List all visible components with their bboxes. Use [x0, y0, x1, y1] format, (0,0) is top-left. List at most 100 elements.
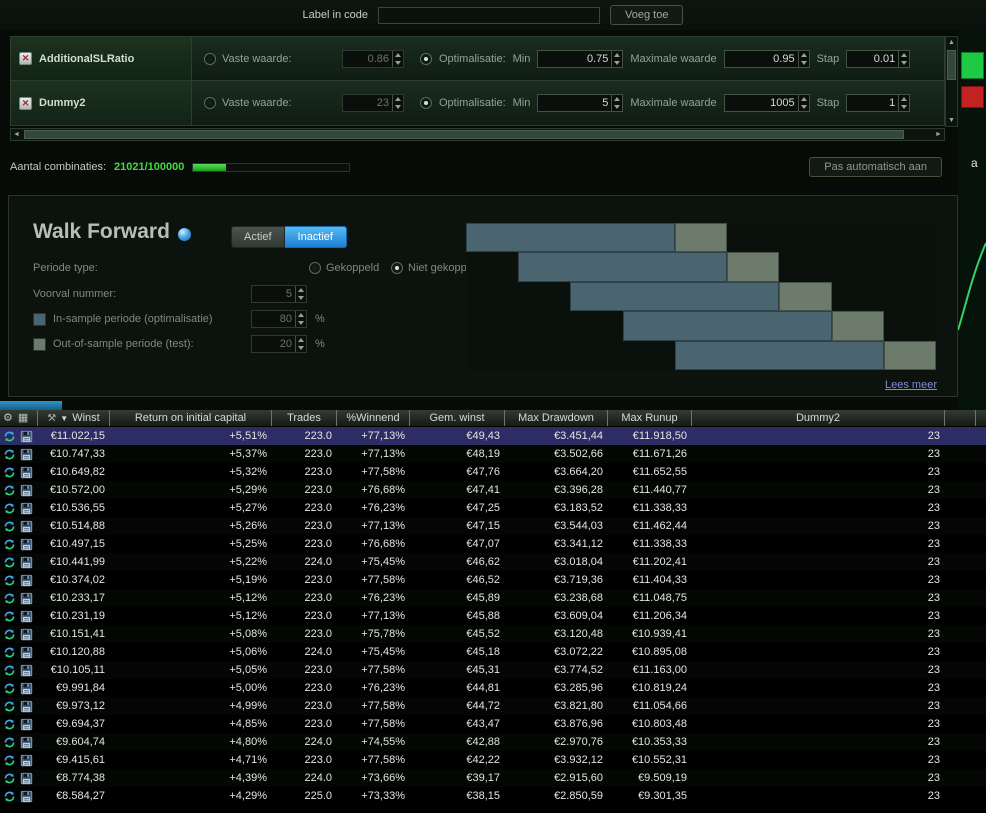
fixed-value-radio[interactable]	[204, 53, 216, 65]
column-max-drawdown[interactable]: Max Drawdown	[505, 410, 608, 426]
apply-settings-icon[interactable]	[3, 628, 16, 641]
tab-inactief[interactable]: Inactief	[285, 226, 347, 248]
scrollbar-thumb[interactable]	[947, 50, 956, 80]
save-icon[interactable]	[20, 754, 33, 767]
save-icon[interactable]	[20, 538, 33, 551]
info-sphere-icon[interactable]	[178, 228, 191, 241]
save-icon[interactable]	[20, 772, 33, 785]
save-icon[interactable]	[20, 466, 33, 479]
table-row[interactable]: €10.233,17 +5,12% 223.0 +76,23% €45,89 €…	[0, 589, 986, 607]
apply-settings-icon[interactable]	[3, 502, 16, 515]
optimize-radio[interactable]	[420, 97, 432, 109]
spin-up-button[interactable]	[393, 51, 403, 59]
apply-settings-icon[interactable]	[3, 520, 16, 533]
occurrence-input[interactable]: 5	[251, 285, 307, 303]
spin-up-button[interactable]	[612, 51, 622, 59]
apply-settings-icon[interactable]	[3, 556, 16, 569]
table-row[interactable]: €9.973,12 +4,99% 223.0 +77,58% €44,72 €3…	[0, 697, 986, 715]
spin-down-button[interactable]	[612, 103, 622, 111]
scroll-down-icon[interactable]: ▼	[946, 115, 957, 126]
uncoupled-radio[interactable]	[391, 262, 403, 274]
save-icon[interactable]	[20, 610, 33, 623]
apply-settings-icon[interactable]	[3, 430, 16, 443]
apply-settings-icon[interactable]	[3, 574, 16, 587]
table-row[interactable]: €8.584,27 +4,29% 225.0 +73,33% €38,15 €2…	[0, 787, 986, 805]
save-icon[interactable]	[20, 520, 33, 533]
apply-settings-icon[interactable]	[3, 448, 16, 461]
step-input[interactable]: 0.01	[846, 50, 910, 68]
save-icon[interactable]	[20, 700, 33, 713]
save-icon[interactable]	[20, 682, 33, 695]
table-row[interactable]: €9.604,74 +4,80% 224.0 +74,55% €42,88 €2…	[0, 733, 986, 751]
tab-actief[interactable]: Actief	[231, 226, 285, 248]
apply-settings-icon[interactable]	[3, 592, 16, 605]
table-row[interactable]: €9.991,84 +5,00% 223.0 +76,23% €44,81 €3…	[0, 679, 986, 697]
spin-up-button[interactable]	[899, 95, 909, 103]
table-row[interactable]: €10.747,33 +5,37% 223.0 +77,13% €48,19 €…	[0, 445, 986, 463]
spin-up-button[interactable]	[296, 286, 306, 294]
save-icon[interactable]	[20, 430, 33, 443]
spin-down-button[interactable]	[296, 294, 306, 302]
spin-up-button[interactable]	[612, 95, 622, 103]
table-row[interactable]: €10.441,99 +5,22% 224.0 +75,45% €46,62 €…	[0, 553, 986, 571]
apply-settings-icon[interactable]	[3, 700, 16, 713]
scroll-right-icon[interactable]: ►	[933, 129, 944, 140]
table-row[interactable]: €10.536,55 +5,27% 223.0 +76,23% €47,25 €…	[0, 499, 986, 517]
remove-param-icon[interactable]: ✕	[19, 97, 32, 110]
label-in-code-input[interactable]	[378, 7, 600, 24]
gear-icon[interactable]: ⚙	[3, 413, 13, 424]
save-icon[interactable]	[20, 628, 33, 641]
save-icon[interactable]	[20, 790, 33, 803]
max-input[interactable]: 0.95	[724, 50, 810, 68]
spin-down-button[interactable]	[799, 103, 809, 111]
table-row[interactable]: €10.514,88 +5,26% 223.0 +77,13% €47,15 €…	[0, 517, 986, 535]
add-label-button[interactable]: Voeg toe	[610, 5, 683, 25]
table-row[interactable]: €9.694,37 +4,85% 223.0 +77,58% €43,47 €3…	[0, 715, 986, 733]
spin-down-button[interactable]	[296, 344, 306, 352]
apply-settings-icon[interactable]	[3, 682, 16, 695]
scroll-up-icon[interactable]: ▲	[946, 37, 957, 48]
table-row[interactable]: €10.649,82 +5,32% 223.0 +77,58% €47,76 €…	[0, 463, 986, 481]
read-more-link[interactable]: Lees meer	[885, 379, 937, 391]
spin-up-button[interactable]	[296, 336, 306, 344]
apply-settings-icon[interactable]	[3, 538, 16, 551]
column-trades[interactable]: Trades	[272, 410, 337, 426]
spin-down-button[interactable]	[393, 103, 403, 111]
save-icon[interactable]	[20, 592, 33, 605]
table-row[interactable]: €10.572,00 +5,29% 223.0 +76,68% €47,41 €…	[0, 481, 986, 499]
step-input[interactable]: 1	[846, 94, 910, 112]
remove-param-icon[interactable]: ✕	[19, 52, 32, 65]
column-gem-winst[interactable]: Gem. winst	[410, 410, 505, 426]
wrench-icon[interactable]: ⚒	[47, 413, 56, 424]
table-row[interactable]: €10.105,11 +5,05% 223.0 +77,58% €45,31 €…	[0, 661, 986, 679]
save-icon[interactable]	[20, 574, 33, 587]
spin-down-button[interactable]	[799, 59, 809, 67]
spin-down-button[interactable]	[899, 103, 909, 111]
save-icon[interactable]	[20, 736, 33, 749]
auto-adjust-button[interactable]: Pas automatisch aan	[809, 157, 942, 177]
apply-settings-icon[interactable]	[3, 610, 16, 623]
outsample-input[interactable]: 20	[251, 335, 307, 353]
table-row[interactable]: €11.022,15 +5,51% 223.0 +77,13% €49,43 €…	[0, 427, 986, 445]
spin-up-button[interactable]	[899, 51, 909, 59]
apply-settings-icon[interactable]	[3, 736, 16, 749]
coupled-radio[interactable]	[309, 262, 321, 274]
table-row[interactable]: €10.231,19 +5,12% 223.0 +77,13% €45,88 €…	[0, 607, 986, 625]
apply-settings-icon[interactable]	[3, 772, 16, 785]
spin-up-button[interactable]	[393, 95, 403, 103]
grid-icon[interactable]: ▦	[18, 413, 28, 424]
table-row[interactable]: €10.374,02 +5,19% 223.0 +77,58% €46,52 €…	[0, 571, 986, 589]
column-return[interactable]: Return on initial capital	[110, 410, 272, 426]
insample-input[interactable]: 80	[251, 310, 307, 328]
table-row[interactable]: €10.151,41 +5,08% 223.0 +75,78% €45,52 €…	[0, 625, 986, 643]
save-icon[interactable]	[20, 718, 33, 731]
apply-settings-icon[interactable]	[3, 718, 16, 731]
vertical-scrollbar[interactable]: ▲ ▼	[945, 36, 958, 127]
apply-settings-icon[interactable]	[3, 664, 16, 677]
save-icon[interactable]	[20, 448, 33, 461]
scrollbar-thumb[interactable]	[24, 130, 904, 139]
table-row[interactable]: €10.497,15 +5,25% 223.0 +76,68% €47,07 €…	[0, 535, 986, 553]
save-icon[interactable]	[20, 664, 33, 677]
column-max-runup[interactable]: Max Runup	[608, 410, 692, 426]
save-icon[interactable]	[20, 556, 33, 569]
